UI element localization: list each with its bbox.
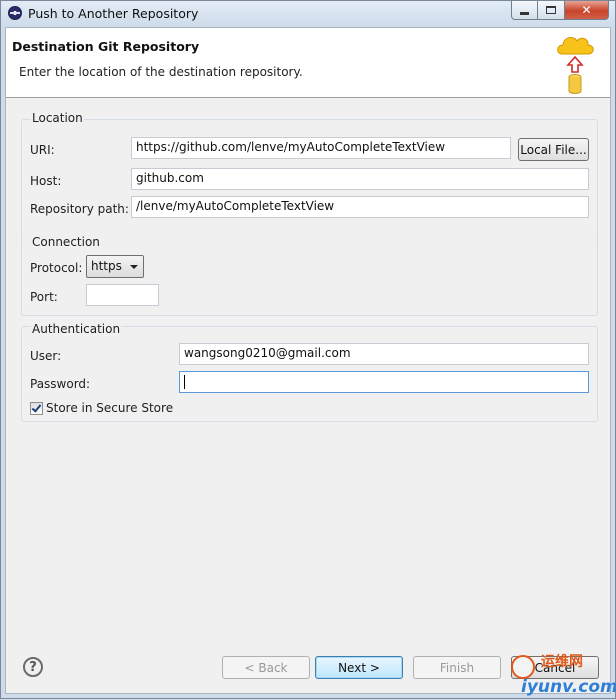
window-title: Push to Another Repository [28,6,199,21]
user-input[interactable]: wangsong0210@gmail.com [179,343,589,365]
back-button[interactable]: < Back [222,656,310,679]
title-bar[interactable]: Push to Another Repository ✕ [1,1,615,27]
host-label: Host: [30,174,62,188]
cloud-upload-database-icon [557,37,594,94]
protocol-label: Protocol: [30,261,83,275]
page-title: Destination Git Repository [12,39,200,54]
connection-group: Connection Protocol: https Port: [21,235,598,316]
protocol-select[interactable]: https [86,255,144,278]
port-input[interactable] [86,284,159,306]
protocol-selected-value: https [91,259,122,273]
repository-path-label: Repository path: [30,202,129,216]
connection-group-title: Connection [31,235,101,249]
maximize-button[interactable] [538,1,565,20]
host-input[interactable]: github.com [131,168,589,190]
location-group: Location URI: https://github.com/lenve/m… [21,111,598,249]
cancel-button[interactable]: Cancel [511,656,599,679]
uri-label: URI: [30,143,55,157]
store-secure-checkbox[interactable] [30,402,43,415]
uri-input[interactable]: https://github.com/lenve/myAutoCompleteT… [131,137,511,159]
repository-path-input[interactable]: /lenve/myAutoCompleteTextView [131,196,589,218]
help-icon[interactable]: ? [23,657,43,677]
wizard-banner: Destination Git Repository Enter the loc… [6,28,610,98]
dialog-client-area: Destination Git Repository Enter the loc… [5,27,611,694]
store-secure-label[interactable]: Store in Secure Store [46,401,173,415]
authentication-group-title: Authentication [31,322,122,336]
minimize-icon [520,11,529,15]
port-label: Port: [30,290,58,304]
page-description: Enter the location of the destination re… [19,65,303,79]
close-icon: ✕ [581,3,592,17]
text-caret [184,374,185,389]
dialog-window: Push to Another Repository ✕ Destination… [0,0,616,699]
location-group-title: Location [31,111,84,125]
maximize-icon [546,6,556,14]
close-button[interactable]: ✕ [565,1,609,20]
authentication-group: Authentication User: wangsong0210@gmail.… [21,322,598,422]
local-file-button[interactable]: Local File... [518,138,589,161]
password-input[interactable] [179,371,589,393]
checkmark-icon [31,402,42,413]
minimize-button[interactable] [511,1,538,20]
eclipse-icon [8,6,22,20]
next-button[interactable]: Next > [315,656,403,679]
chevron-down-icon [130,265,138,269]
window-controls: ✕ [511,1,609,20]
finish-button[interactable]: Finish [413,656,501,679]
user-label: User: [30,349,62,363]
password-label: Password: [30,377,91,391]
